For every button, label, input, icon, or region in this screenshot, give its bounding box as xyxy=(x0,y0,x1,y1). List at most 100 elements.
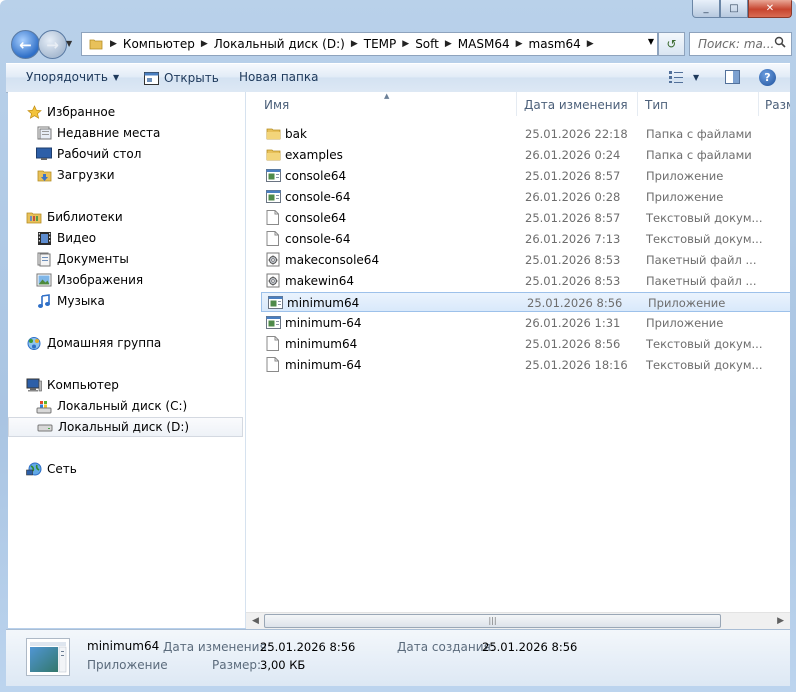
nav-desktop[interactable]: Рабочий стол xyxy=(8,144,244,164)
preview-pane-button[interactable] xyxy=(724,69,745,85)
breadcrumb-masm64-parent[interactable]: MASM64 xyxy=(458,37,510,51)
details-created-value: 25.01.2026 8:56 xyxy=(482,640,578,654)
column-divider[interactable] xyxy=(758,92,759,116)
documents-icon xyxy=(36,251,52,267)
file-date: 26.01.2026 1:31 xyxy=(525,316,621,330)
maximize-icon: □ xyxy=(729,3,739,14)
file-row[interactable]: console-64 26.01.2026 7:13 Текстовый докум… xyxy=(260,229,790,249)
history-dropdown-icon[interactable]: ▼ xyxy=(66,39,72,48)
back-button[interactable]: ← xyxy=(11,30,40,59)
address-dropdown-icon[interactable]: ▼ xyxy=(648,37,654,46)
file-date: 25.01.2026 8:56 xyxy=(525,337,621,351)
breadcrumb-separator-icon[interactable]: ▶ xyxy=(351,39,358,49)
nav-libraries[interactable]: Библиотеки xyxy=(8,207,244,227)
nav-homegroup-label: Домашняя группа xyxy=(47,336,162,350)
minimize-button[interactable]: _ xyxy=(692,0,720,18)
file-name: examples xyxy=(285,148,343,162)
application-icon xyxy=(266,168,281,183)
scroll-right-icon[interactable]: ▶ xyxy=(777,616,784,626)
breadcrumb-drive-d[interactable]: Локальный диск (D:) xyxy=(214,37,345,51)
search-input[interactable]: Поиск: ma... xyxy=(689,32,792,56)
details-pane: minimum64 Приложение Дата изменения: 25.… xyxy=(6,629,790,686)
file-row[interactable]: makewin64 25.01.2026 8:53 Пакетный файл ..… xyxy=(260,271,790,291)
organize-button[interactable]: Упорядочить ▼ xyxy=(26,70,119,84)
nav-videos[interactable]: Видео xyxy=(8,228,244,248)
file-row[interactable]: console64 25.01.2026 8:57 Приложение xyxy=(260,166,790,186)
breadcrumb-separator-icon[interactable]: ▶ xyxy=(516,39,523,49)
scroll-left-icon[interactable]: ◀ xyxy=(252,616,259,626)
file-name: minimum-64 xyxy=(285,316,362,330)
file-row[interactable]: bak 25.01.2026 22:18 Папка с файлами xyxy=(260,124,790,144)
file-row[interactable]: minimum64 25.01.2026 8:56 Приложение xyxy=(261,292,790,312)
nav-drive-c[interactable]: Локальный диск (C:) xyxy=(8,396,244,416)
nav-pictures[interactable]: Изображения xyxy=(8,270,244,290)
nav-recent-places[interactable]: Недавние места xyxy=(8,123,244,143)
address-bar[interactable]: ▶ Компьютер ▶ Локальный диск (D:) ▶ TEMP… xyxy=(81,32,658,56)
breadcrumb-temp[interactable]: TEMP xyxy=(364,37,397,51)
refresh-button[interactable]: ↺ xyxy=(658,32,685,56)
file-row[interactable]: makeconsole64 25.01.2026 8:53 Пакетный фай… xyxy=(260,250,790,270)
file-type: Приложение xyxy=(646,190,724,204)
navigation-pane: Избранное Недавние места Рабочий стол За… xyxy=(8,92,246,628)
breadcrumb-separator-icon[interactable]: ▶ xyxy=(201,39,208,49)
organize-label: Упорядочить xyxy=(26,70,108,84)
breadcrumb-separator-icon[interactable]: ▶ xyxy=(402,39,409,49)
breadcrumb-separator-icon[interactable]: ▶ xyxy=(445,39,452,49)
file-row[interactable]: minimum-64 25.01.2026 18:16 Текстовый доку… xyxy=(260,355,790,375)
column-header-size[interactable]: Разм xyxy=(765,98,790,112)
nav-drive-c-label: Локальный диск (C:) xyxy=(57,399,188,413)
file-name: bak xyxy=(285,127,307,141)
command-bar: Упорядочить ▼ Открыть Новая папка ▼ ? xyxy=(6,63,790,93)
file-row[interactable]: minimum-64 26.01.2026 1:31 Приложение xyxy=(260,313,790,333)
maximize-button[interactable]: □ xyxy=(720,0,748,18)
minimize-icon: _ xyxy=(703,3,709,14)
file-name: minimum-64 xyxy=(285,358,362,372)
file-row[interactable]: console64 25.01.2026 8:57 Текстовый докум.… xyxy=(260,208,790,228)
file-type: Папка с файлами xyxy=(646,148,752,162)
search-icon[interactable] xyxy=(774,36,786,51)
column-divider[interactable] xyxy=(637,92,638,116)
file-date: 25.01.2026 8:53 xyxy=(525,253,621,267)
folder-icon xyxy=(88,36,104,52)
details-modified-label: Дата изменения: xyxy=(163,640,271,654)
breadcrumb-soft[interactable]: Soft xyxy=(415,37,439,51)
open-button[interactable]: Открыть xyxy=(143,70,219,86)
batch-file-icon xyxy=(266,252,281,267)
file-list: ▲ Имя Дата изменения Тип Разм bak 25.01.2… xyxy=(246,92,790,628)
system-drive-icon xyxy=(36,398,52,414)
nav-downloads[interactable]: Загрузки xyxy=(8,165,244,185)
forward-button[interactable]: → xyxy=(38,30,67,59)
breadcrumb-computer[interactable]: Компьютер xyxy=(123,37,195,51)
window-controls: _ □ ✕ xyxy=(692,0,792,18)
file-row[interactable]: console-64 26.01.2026 0:28 Приложение xyxy=(260,187,790,207)
help-button[interactable]: ? xyxy=(759,69,781,86)
file-row[interactable]: minimum64 25.01.2026 8:56 Текстовый докум.… xyxy=(260,334,790,354)
downloads-icon xyxy=(36,167,52,183)
horizontal-scrollbar[interactable]: ◀ ||| ▶ xyxy=(246,612,790,630)
network-icon xyxy=(26,461,42,477)
file-date: 26.01.2026 7:13 xyxy=(525,232,621,246)
nav-videos-label: Видео xyxy=(57,231,97,245)
file-row[interactable]: examples 26.01.2026 0:24 Папка с файлами xyxy=(260,145,790,165)
nav-documents[interactable]: Документы xyxy=(8,249,244,269)
nav-downloads-label: Загрузки xyxy=(57,168,115,182)
star-icon xyxy=(26,104,42,120)
file-name: console-64 xyxy=(285,190,351,204)
column-divider[interactable] xyxy=(516,92,517,116)
nav-computer[interactable]: Компьютер xyxy=(8,375,244,395)
nav-favorites[interactable]: Избранное xyxy=(8,102,244,122)
breadcrumb-separator-icon[interactable]: ▶ xyxy=(587,39,594,49)
breadcrumb-separator-icon[interactable]: ▶ xyxy=(110,39,117,49)
view-options-button[interactable]: ▼ xyxy=(668,69,699,85)
column-header-name[interactable]: Имя xyxy=(264,98,289,112)
nav-music[interactable]: Музыка xyxy=(8,291,244,311)
breadcrumb-masm64[interactable]: masm64 xyxy=(529,37,581,51)
column-header-date[interactable]: Дата изменения xyxy=(524,98,628,112)
close-button[interactable]: ✕ xyxy=(748,0,792,18)
scrollbar-thumb[interactable]: ||| xyxy=(264,614,721,628)
nav-homegroup[interactable]: Домашняя группа xyxy=(8,333,244,353)
new-folder-button[interactable]: Новая папка xyxy=(239,70,318,84)
column-header-type[interactable]: Тип xyxy=(645,98,668,112)
nav-network[interactable]: Сеть xyxy=(8,459,244,479)
nav-drive-d[interactable]: Локальный диск (D:) xyxy=(8,417,243,437)
